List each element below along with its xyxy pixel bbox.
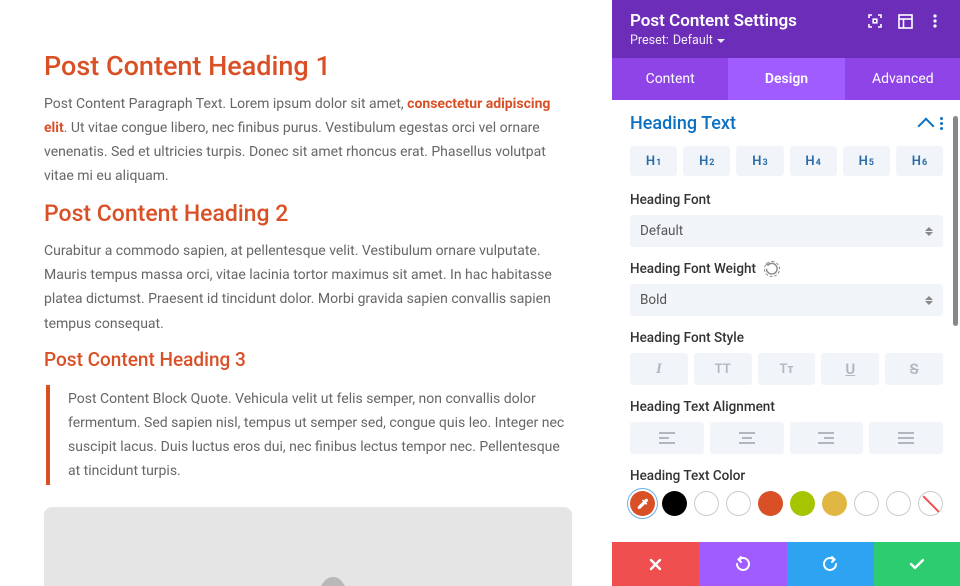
align-left-button[interactable] xyxy=(630,422,704,454)
preset-selector[interactable]: Preset: Default xyxy=(630,33,943,48)
kebab-menu-icon[interactable] xyxy=(927,13,943,29)
redo-icon xyxy=(821,555,839,573)
panel-footer xyxy=(612,542,960,586)
smallcaps-button[interactable]: Tᴛ xyxy=(758,353,816,385)
check-icon xyxy=(908,557,926,571)
blockquote-text: Post Content Block Quote. Vehicula velit… xyxy=(68,387,572,483)
label-heading-text-color: Heading Text Color xyxy=(630,468,943,484)
color-swatch-empty[interactable] xyxy=(886,491,911,516)
post-heading-2: Post Content Heading 2 xyxy=(44,200,572,227)
color-picker-swatch[interactable] xyxy=(630,491,655,516)
undo-button[interactable] xyxy=(699,542,786,586)
color-swatch-gold[interactable] xyxy=(822,491,847,516)
color-swatch-empty[interactable] xyxy=(694,491,719,516)
font-style-row: I TT Tᴛ U S xyxy=(630,353,943,385)
heading-font-select[interactable]: Default xyxy=(630,215,943,247)
cancel-button[interactable] xyxy=(612,542,699,586)
heading-level-h1[interactable]: H1 xyxy=(630,146,677,176)
select-arrows-icon xyxy=(925,227,933,236)
underline-button[interactable]: U xyxy=(821,353,879,385)
italic-button[interactable]: I xyxy=(630,353,688,385)
layout-icon[interactable] xyxy=(897,13,913,29)
color-swatch-none[interactable] xyxy=(918,491,943,516)
text: Post Content Paragraph Text. Lorem ipsum… xyxy=(44,96,407,112)
heading-level-h5[interactable]: H5 xyxy=(843,146,890,176)
color-swatch-black[interactable] xyxy=(662,491,687,516)
eyedropper-icon xyxy=(636,496,650,510)
tab-advanced[interactable]: Advanced xyxy=(845,58,960,100)
placeholder-mountain-icon xyxy=(188,540,428,586)
color-swatches xyxy=(630,491,943,516)
section-kebab-icon[interactable] xyxy=(940,117,943,130)
panel-body: Heading Text H1 H2 H3 H4 H5 H6 Heading F… xyxy=(612,100,960,542)
post-heading-1: Post Content Heading 1 xyxy=(44,50,572,82)
heading-level-row: H1 H2 H3 H4 H5 H6 xyxy=(630,146,943,176)
select-value: Bold xyxy=(640,292,667,308)
redo-button[interactable] xyxy=(787,542,874,586)
panel-title: Post Content Settings xyxy=(630,11,797,31)
text: . Ut vitae congue libero, nec finibus pu… xyxy=(44,120,546,184)
heading-level-h2[interactable]: H2 xyxy=(683,146,730,176)
label-heading-font-weight: Heading Font Weight xyxy=(630,261,943,277)
close-icon xyxy=(648,557,663,572)
post-paragraph-2: Curabitur a commodo sapien, at pellentes… xyxy=(44,239,572,335)
heading-level-h4[interactable]: H4 xyxy=(790,146,837,176)
label-heading-alignment: Heading Text Alignment xyxy=(630,399,943,415)
select-value: Default xyxy=(640,223,683,239)
save-button[interactable] xyxy=(874,542,960,586)
post-paragraph-1: Post Content Paragraph Text. Lorem ipsum… xyxy=(44,92,572,188)
uppercase-button[interactable]: TT xyxy=(694,353,752,385)
align-justify-button[interactable] xyxy=(869,422,943,454)
panel-header: Post Content Settings Preset: Default xyxy=(612,0,960,58)
chevron-up-icon[interactable] xyxy=(918,117,935,134)
settings-panel: Post Content Settings Preset: Default Co… xyxy=(612,0,960,586)
heading-level-h3[interactable]: H3 xyxy=(736,146,783,176)
caret-down-icon xyxy=(717,39,725,43)
reset-icon[interactable] xyxy=(764,261,780,277)
label-heading-font: Heading Font xyxy=(630,192,943,208)
scrollbar[interactable] xyxy=(953,116,958,326)
editor-canvas: Post Content Heading 1 Post Content Para… xyxy=(0,0,612,586)
preset-value: Default xyxy=(673,33,713,48)
select-arrows-icon xyxy=(925,296,933,305)
post-heading-3: Post Content Heading 3 xyxy=(44,348,572,371)
post-blockquote: Post Content Block Quote. Vehicula velit… xyxy=(46,385,572,485)
strikethrough-button[interactable]: S xyxy=(885,353,943,385)
color-swatch-empty[interactable] xyxy=(726,491,751,516)
heading-font-weight-select[interactable]: Bold xyxy=(630,284,943,316)
undo-icon xyxy=(734,555,752,573)
heading-level-h6[interactable]: H6 xyxy=(896,146,943,176)
preset-label: Preset: xyxy=(630,33,669,48)
color-swatch-orange[interactable] xyxy=(758,491,783,516)
align-right-button[interactable] xyxy=(790,422,864,454)
label-heading-font-style: Heading Font Style xyxy=(630,330,943,346)
color-swatch-empty[interactable] xyxy=(854,491,879,516)
color-swatch-lime[interactable] xyxy=(790,491,815,516)
panel-tabs: Content Design Advanced xyxy=(612,58,960,100)
align-center-button[interactable] xyxy=(710,422,784,454)
tab-content[interactable]: Content xyxy=(612,58,728,100)
section-title[interactable]: Heading Text xyxy=(630,113,736,134)
tab-design[interactable]: Design xyxy=(728,58,844,100)
alignment-row xyxy=(630,422,943,454)
image-placeholder xyxy=(44,507,572,586)
scan-icon[interactable] xyxy=(867,13,883,29)
